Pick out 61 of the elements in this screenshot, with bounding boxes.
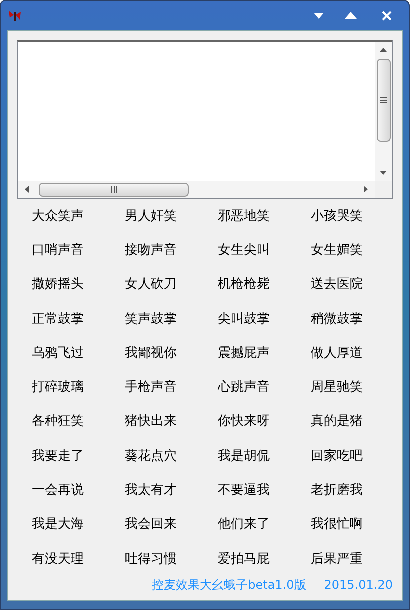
- sound-button[interactable]: 葵花点穴: [125, 450, 177, 463]
- right-arrow-icon[interactable]: [364, 186, 368, 193]
- sound-button[interactable]: 一会再说: [32, 484, 84, 498]
- sound-button[interactable]: 爱拍马屁: [218, 552, 270, 566]
- sound-button[interactable]: 乌鸦飞过: [32, 346, 84, 360]
- sound-button[interactable]: 我很忙啊: [311, 518, 363, 532]
- up-arrow-icon[interactable]: [380, 48, 387, 52]
- sound-button[interactable]: 打碎玻璃: [32, 381, 84, 394]
- footer-date: 2015.01.20: [324, 577, 393, 594]
- sound-button[interactable]: 正常鼓掌: [32, 312, 84, 326]
- sound-button[interactable]: 女生尖叫: [218, 244, 270, 257]
- sound-button[interactable]: 猪快出来: [125, 415, 177, 428]
- sound-button[interactable]: 机枪枪毙: [218, 278, 270, 292]
- sound-button[interactable]: 稍微鼓掌: [311, 312, 363, 326]
- sound-button[interactable]: 接吻声音: [125, 244, 177, 257]
- left-arrow-icon[interactable]: [25, 186, 29, 193]
- sound-button[interactable]: 老折磨我: [311, 484, 363, 498]
- sound-button[interactable]: 邪恶地笑: [218, 210, 270, 223]
- sound-button[interactable]: 我鄙视你: [125, 346, 177, 360]
- sound-button[interactable]: 送去医院: [311, 278, 363, 292]
- sound-button[interactable]: 手枪声音: [125, 381, 177, 394]
- horizontal-scrollbar[interactable]: [18, 181, 375, 198]
- sound-button[interactable]: 真的是猪: [311, 415, 363, 428]
- footer-title: 控麦效果大幺蛾子beta1.0版: [152, 577, 306, 594]
- down-arrow-icon[interactable]: [380, 171, 387, 175]
- close-icon: [382, 10, 392, 20]
- sound-button[interactable]: 大众笑声: [32, 210, 84, 223]
- sound-button[interactable]: 口哨声音: [32, 244, 84, 257]
- scroll-thumb[interactable]: [39, 182, 189, 196]
- up-triangle-icon: [345, 12, 357, 19]
- sound-button[interactable]: 他们来了: [218, 518, 270, 532]
- sound-button[interactable]: 女人砍刀: [125, 278, 177, 292]
- sound-button[interactable]: 心跳声音: [218, 381, 270, 394]
- sound-button[interactable]: 你快来呀: [218, 415, 270, 428]
- sound-button[interactable]: 周星驰笑: [311, 381, 363, 394]
- vertical-scrollbar[interactable]: [375, 42, 392, 181]
- down-triangle-icon: [314, 12, 324, 18]
- sound-button[interactable]: 我是胡侃: [218, 450, 270, 463]
- grip-icon: [110, 186, 118, 193]
- scrollbar-corner: [375, 181, 392, 198]
- text-area[interactable]: [17, 40, 393, 199]
- sound-button[interactable]: 尖叫鼓掌: [218, 312, 270, 326]
- sound-button[interactable]: 有没天理: [32, 552, 84, 566]
- sound-button[interactable]: 做人厚道: [311, 346, 363, 360]
- sound-button[interactable]: 我太有才: [125, 484, 177, 498]
- sound-button[interactable]: 撒娇摇头: [32, 278, 84, 292]
- sound-button[interactable]: 吐得习惯: [125, 552, 177, 566]
- sound-button[interactable]: 震撼屁声: [218, 346, 270, 360]
- sound-button[interactable]: 不要逼我: [218, 484, 270, 498]
- grip-icon: [380, 97, 387, 104]
- sound-button[interactable]: 我要走了: [32, 450, 84, 463]
- sound-button[interactable]: 后果严重: [311, 552, 363, 566]
- sound-button[interactable]: 回家吃吧: [311, 450, 363, 463]
- sound-button[interactable]: 小孩哭笑: [311, 210, 363, 223]
- sound-button[interactable]: 男人奸笑: [125, 210, 177, 223]
- sound-button[interactable]: 我会回来: [125, 518, 177, 532]
- sound-button[interactable]: 女生媚笑: [311, 244, 363, 257]
- scroll-thumb[interactable]: [376, 59, 390, 142]
- sound-button[interactable]: 笑声鼓掌: [125, 312, 177, 326]
- sound-button[interactable]: 各种狂笑: [32, 415, 84, 428]
- sound-button[interactable]: 我是大海: [32, 518, 84, 532]
